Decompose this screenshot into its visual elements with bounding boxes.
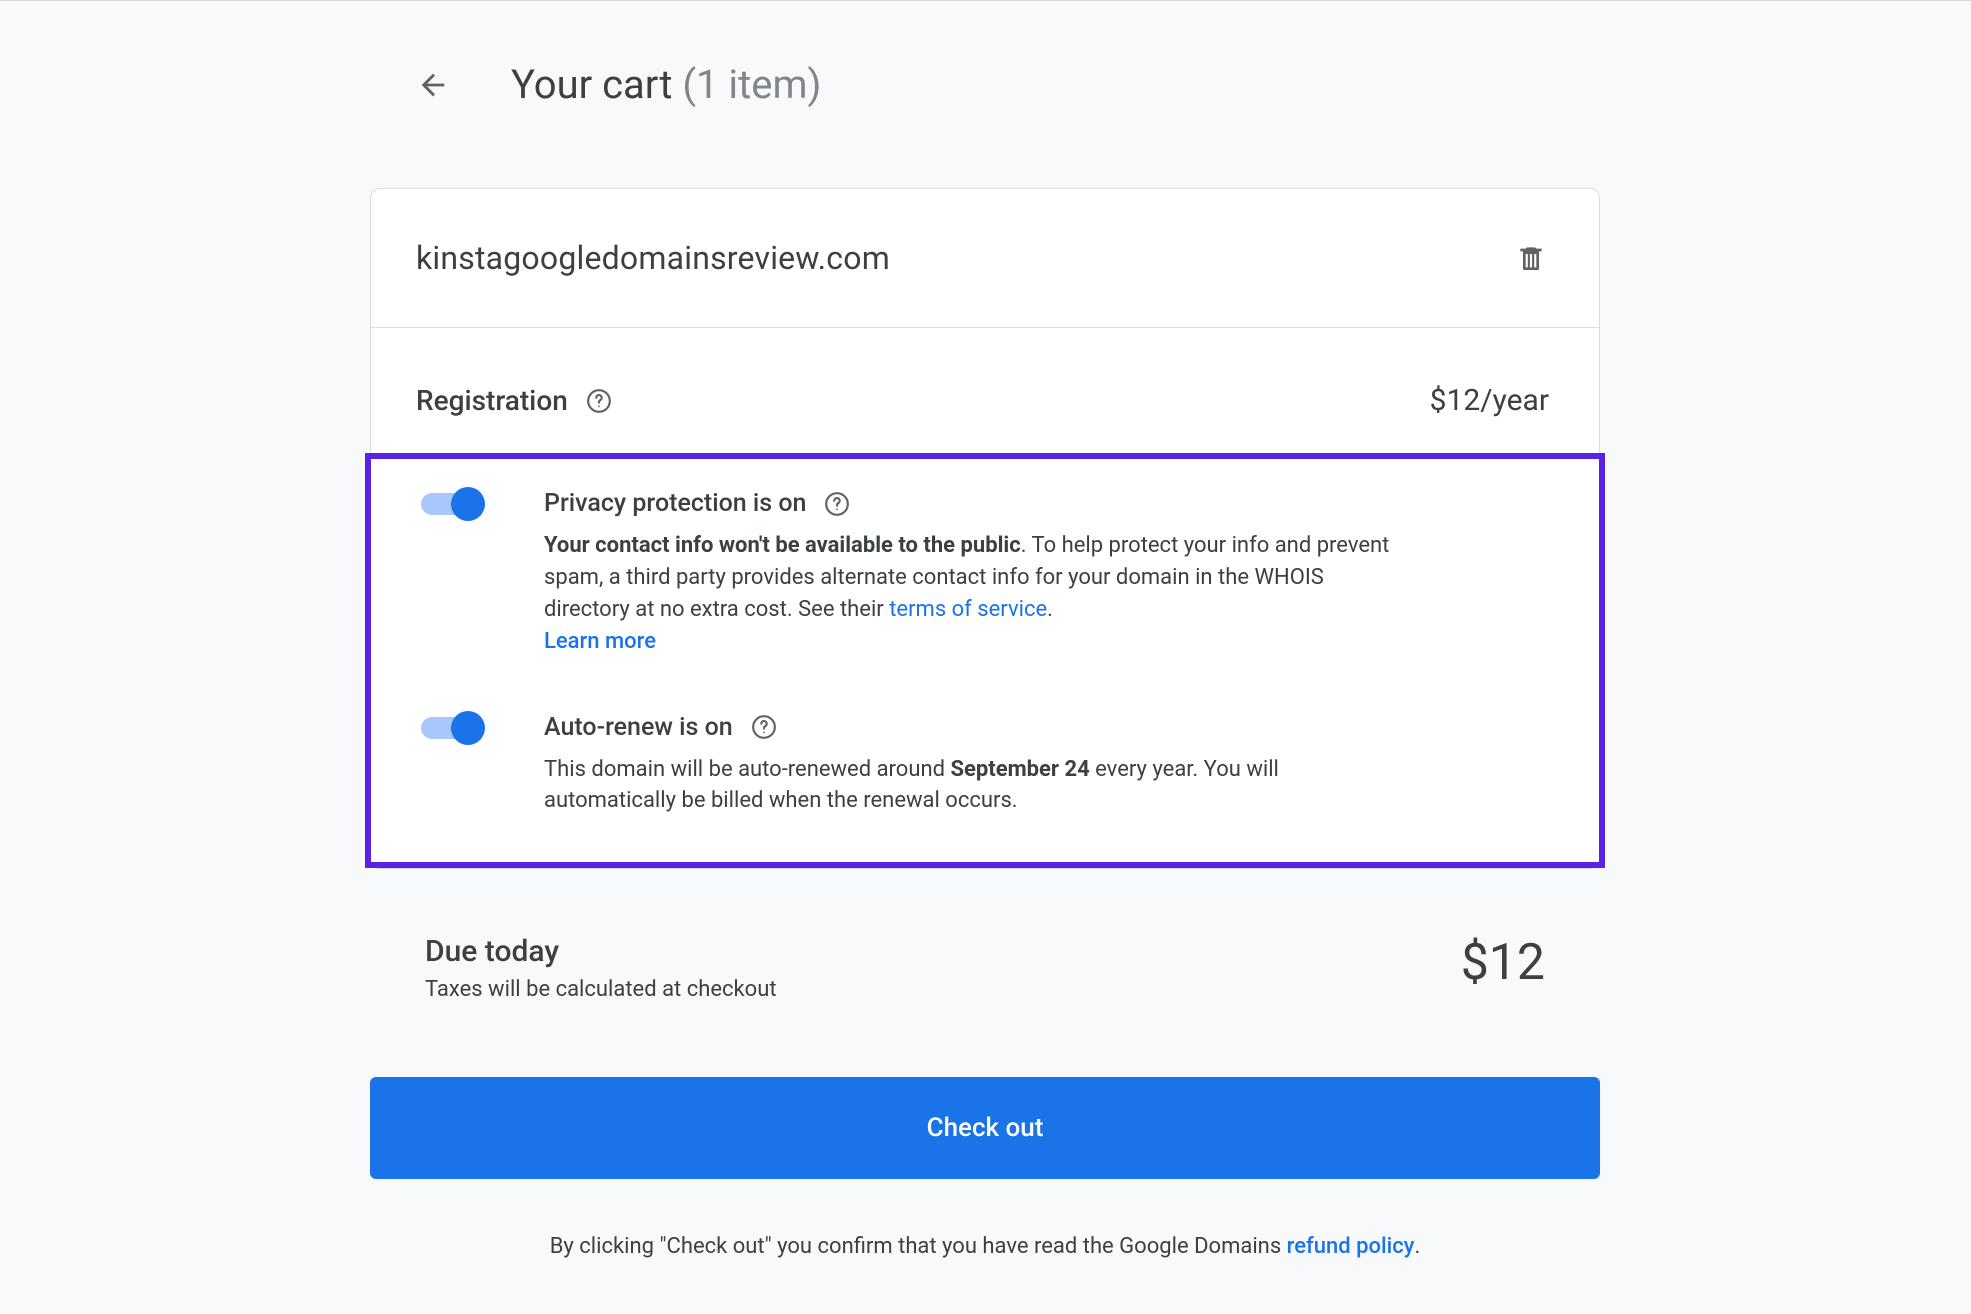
registration-label: Registration bbox=[416, 384, 568, 417]
remove-item-button[interactable] bbox=[1513, 240, 1549, 276]
domain-name: kinstagoogledomainsreview.com bbox=[416, 239, 890, 277]
autorenew-toggle[interactable] bbox=[421, 717, 479, 739]
privacy-toggle[interactable] bbox=[421, 493, 479, 515]
autorenew-date: September 24 bbox=[950, 757, 1089, 782]
due-amount: $12 bbox=[1461, 934, 1545, 992]
due-today-label: Due today bbox=[425, 934, 777, 969]
checkout-button[interactable]: Check out bbox=[370, 1077, 1600, 1179]
privacy-period: . bbox=[1047, 597, 1053, 622]
privacy-bold-text: Your contact info won't be available to … bbox=[544, 533, 1021, 558]
refund-policy-link[interactable]: refund policy bbox=[1287, 1234, 1415, 1259]
disclaimer-post: . bbox=[1414, 1234, 1420, 1259]
autorenew-title: Auto-renew is on bbox=[544, 713, 733, 742]
trash-icon bbox=[1515, 242, 1547, 274]
disclaimer-pre: By clicking "Check out" you confirm that… bbox=[550, 1234, 1287, 1259]
cart-card: kinstagoogledomainsreview.com Registrati… bbox=[370, 188, 1600, 869]
options-highlight: Privacy protection is on Your contact in… bbox=[365, 453, 1605, 868]
disclaimer-text: By clicking "Check out" you confirm that… bbox=[370, 1234, 1600, 1259]
help-icon bbox=[586, 388, 612, 414]
title-count: (1 item) bbox=[682, 61, 821, 108]
registration-help-button[interactable] bbox=[586, 388, 612, 414]
help-icon bbox=[824, 491, 850, 517]
title-text: Your cart bbox=[511, 61, 682, 108]
autorenew-help-button[interactable] bbox=[751, 714, 777, 740]
page-title: Your cart (1 item) bbox=[511, 61, 821, 108]
registration-price: $12/year bbox=[1430, 383, 1549, 418]
privacy-title: Privacy protection is on bbox=[544, 489, 806, 518]
back-button[interactable] bbox=[415, 67, 451, 103]
tax-note: Taxes will be calculated at checkout bbox=[425, 977, 777, 1002]
help-icon bbox=[751, 714, 777, 740]
autorenew-pre: This domain will be auto-renewed around bbox=[544, 757, 950, 782]
autorenew-description: This domain will be auto-renewed around … bbox=[544, 754, 1394, 818]
terms-of-service-link[interactable]: terms of service bbox=[889, 597, 1047, 622]
learn-more-link[interactable]: Learn more bbox=[544, 629, 656, 654]
privacy-help-button[interactable] bbox=[824, 491, 850, 517]
privacy-description: Your contact info won't be available to … bbox=[544, 530, 1394, 658]
arrow-left-icon bbox=[416, 68, 450, 102]
